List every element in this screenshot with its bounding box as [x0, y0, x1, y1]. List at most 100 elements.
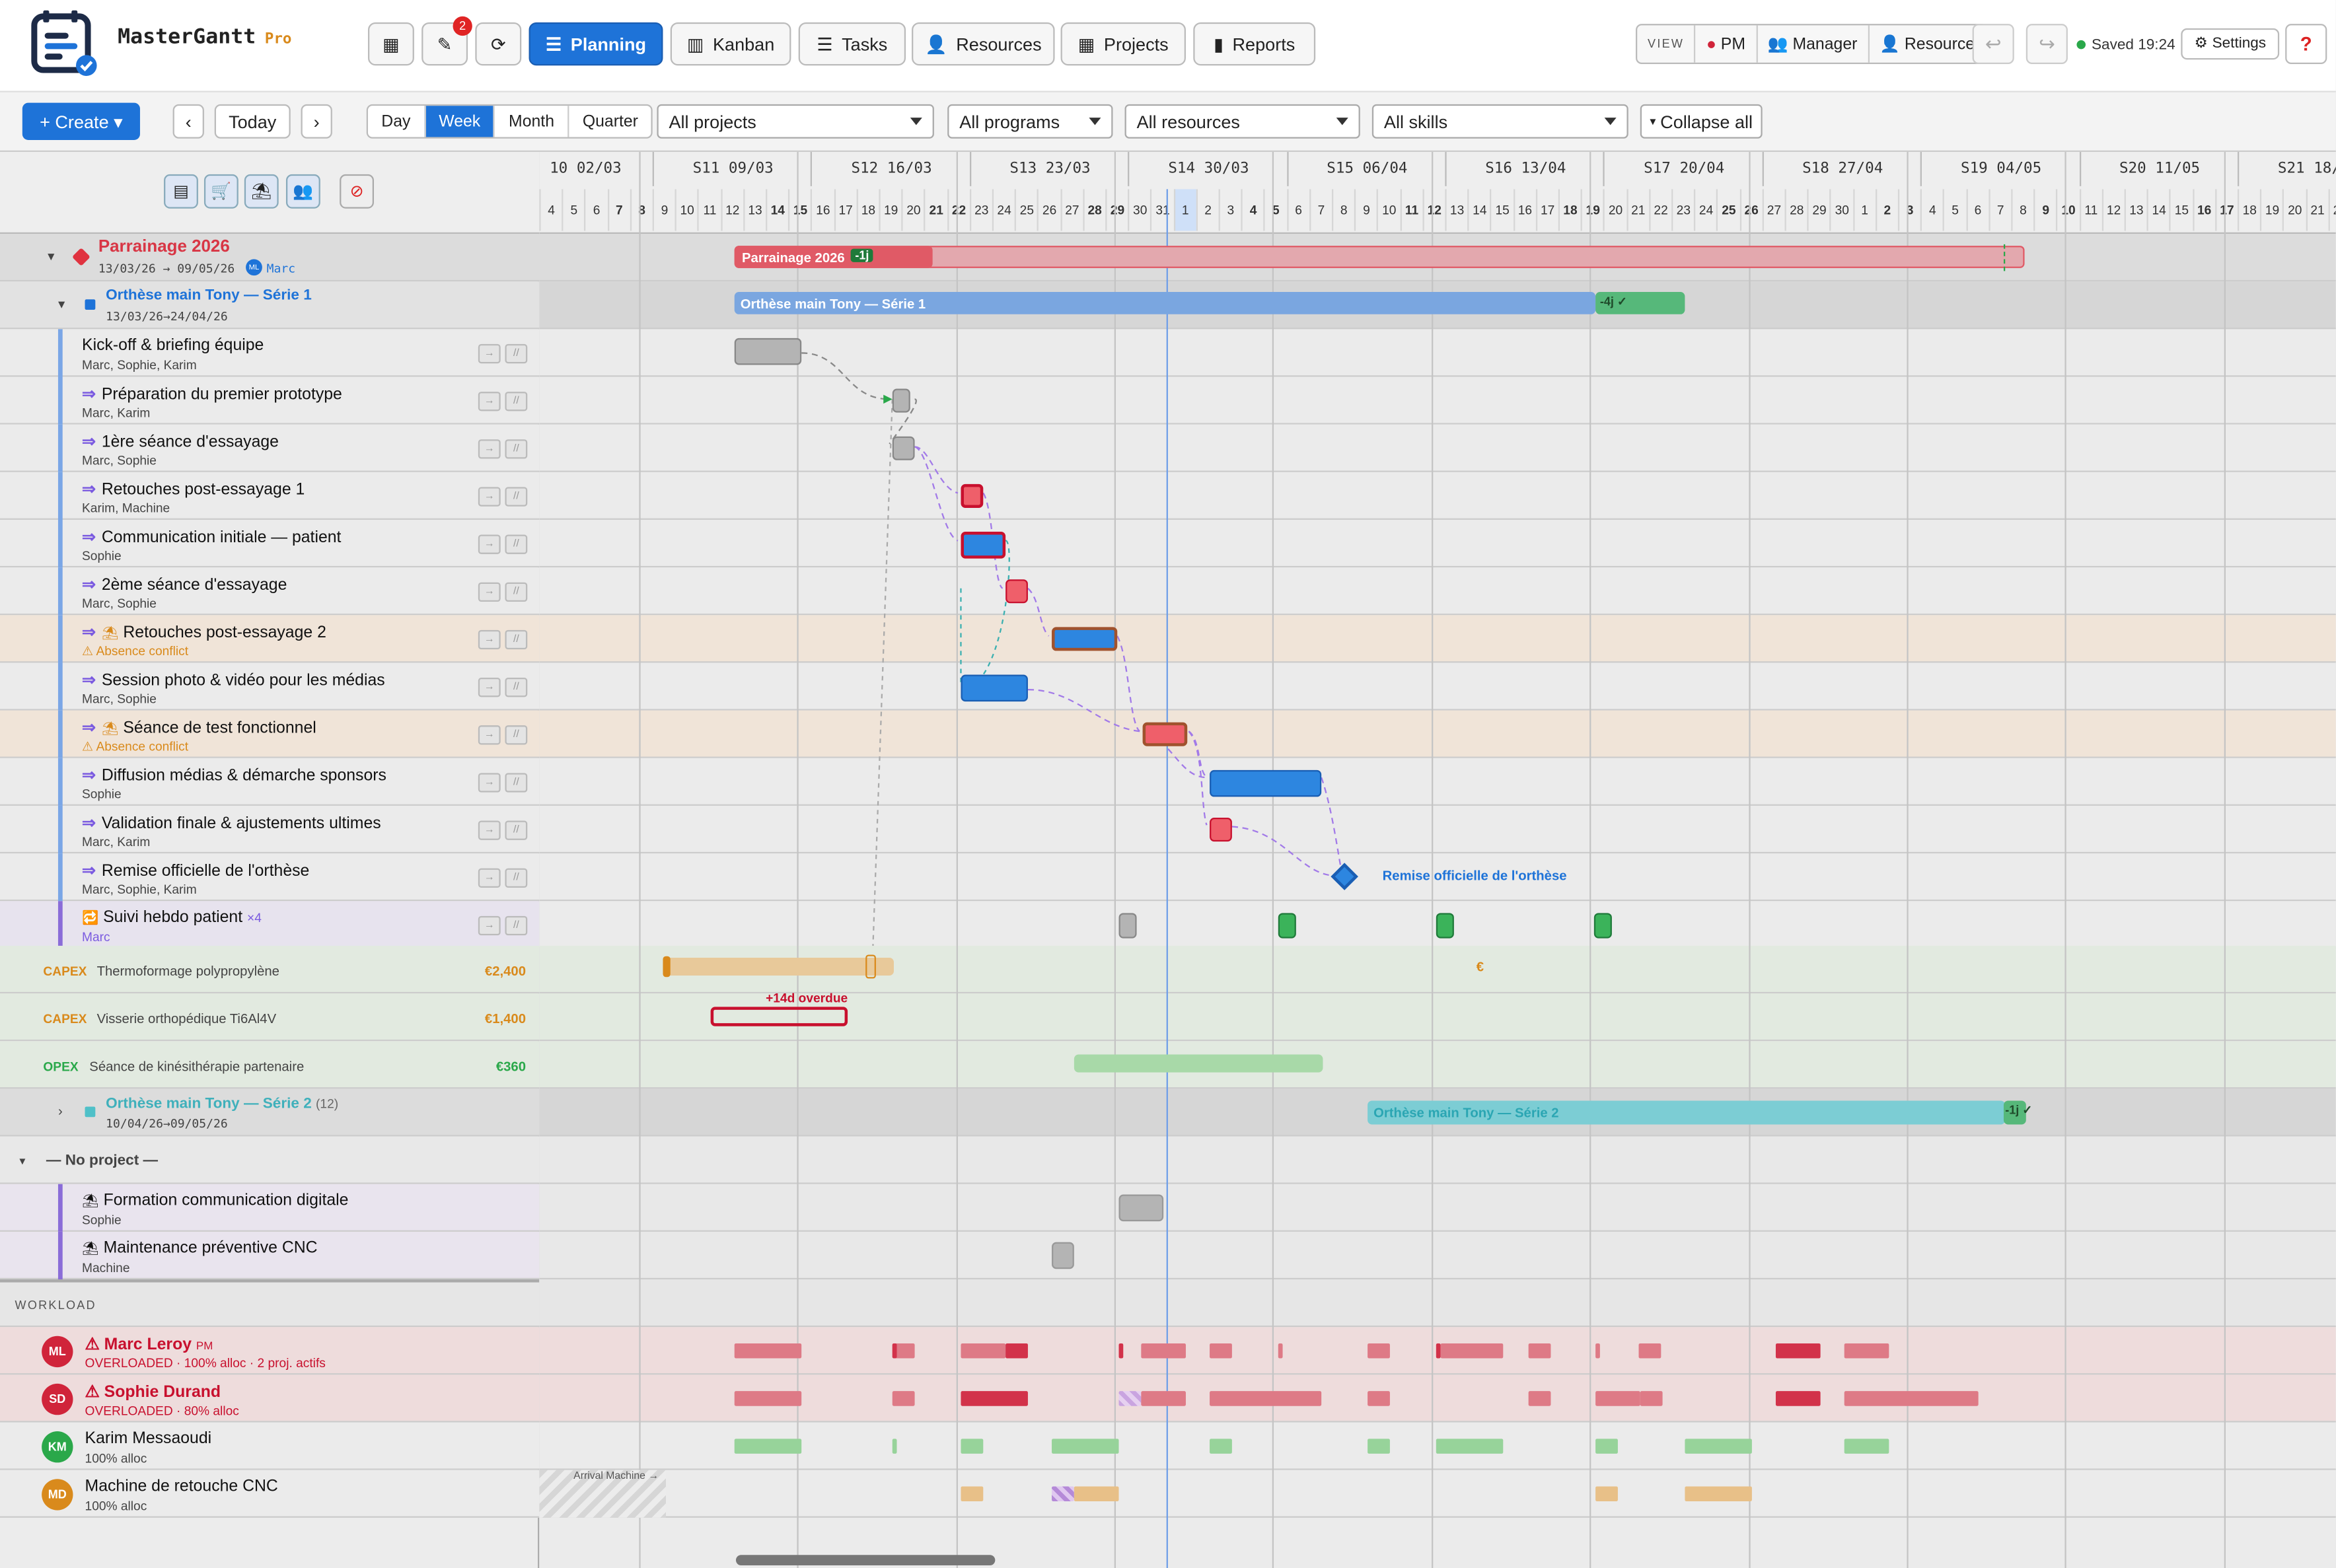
task-bar-retouch-1[interactable]: [961, 483, 984, 508]
task-bar-kickoff[interactable]: [734, 338, 802, 365]
view-resource-button[interactable]: 👤 Resource: [1868, 25, 1985, 63]
program-row[interactable]: ▾ Parrainage 2026 13/03/26 → 09/05/26 ML…: [0, 234, 540, 282]
nav-dashboard-button[interactable]: ▦: [367, 22, 414, 66]
team-icon[interactable]: 👥: [285, 174, 320, 209]
workload-person-row[interactable]: ML ⚠ Marc Leroy PM OVERLOADED · 100% alloc…: [0, 1327, 540, 1375]
next-button[interactable]: ›: [301, 104, 332, 139]
task-row[interactable]: Kick-off & briefing équipe Marc, Sophie, …: [0, 329, 540, 377]
task-row[interactable]: ⇒ Communication initiale — patient Sophie →…: [0, 519, 540, 568]
indent-button[interactable]: →: [478, 915, 501, 936]
task-bar-fitting-2[interactable]: [1005, 579, 1028, 604]
task-row[interactable]: ⇒ Préparation du premier prototype Marc, K…: [0, 376, 540, 425]
split-button[interactable]: //: [505, 487, 528, 507]
indent-button[interactable]: →: [478, 773, 501, 793]
project-row[interactable]: › Orthèse main Tony — Série 2 (12) 10/04…: [0, 1088, 540, 1137]
cost-bar-screws[interactable]: [710, 1007, 848, 1026]
split-button[interactable]: //: [505, 343, 528, 364]
split-button[interactable]: //: [505, 915, 528, 936]
nav-projects-button[interactable]: ▦ Projects: [1060, 22, 1186, 66]
expand-caret-icon[interactable]: ▾: [48, 249, 54, 266]
indent-button[interactable]: →: [478, 629, 501, 650]
scale-week-button[interactable]: Week: [423, 106, 494, 137]
recurring-occurrence[interactable]: [1593, 913, 1612, 939]
task-row[interactable]: ⇒ Retouches post-essayage 1 Karim, Machine…: [0, 472, 540, 520]
task-row[interactable]: 🔁 Suivi hebdo patient ×4 Marc →//: [0, 901, 540, 949]
collapse-all-button[interactable]: ▾ Collapse all: [1640, 104, 1763, 139]
expand-caret-icon[interactable]: ▾: [58, 297, 65, 313]
split-button[interactable]: //: [505, 678, 528, 697]
help-button[interactable]: ?: [2285, 24, 2327, 64]
projects-filter[interactable]: All projects: [657, 104, 934, 139]
task-bar-cnc-maintenance[interactable]: [1052, 1242, 1074, 1269]
cost-bar-thermoforming[interactable]: [663, 957, 894, 976]
scale-day-button[interactable]: Day: [368, 106, 424, 137]
indent-button[interactable]: →: [478, 678, 501, 697]
settings-button[interactable]: ⚙ Settings: [2181, 28, 2280, 60]
task-row[interactable]: ⇒ ⛱ Retouches post-essayage 2 ⚠ Absence con…: [0, 615, 540, 663]
task-bar-fitting-1[interactable]: [892, 436, 915, 460]
task-bar-retouch-2[interactable]: [1052, 627, 1118, 651]
task-row[interactable]: ⇒ Remise officielle de l'orthèse Marc, Sop…: [0, 853, 540, 902]
indent-button[interactable]: →: [478, 725, 501, 745]
cart-icon[interactable]: 🛒: [203, 174, 238, 209]
workload-person-row[interactable]: MD Machine de retouche CNC 100% alloc: [0, 1470, 540, 1518]
cost-row[interactable]: CAPEX Thermoformage polypropylène €2,400: [0, 945, 540, 994]
expand-caret-icon[interactable]: ▾: [19, 1155, 25, 1168]
no-link-icon[interactable]: ⊘: [340, 174, 375, 209]
task-bar-photo-session[interactable]: [961, 674, 1028, 702]
nav-notes-button[interactable]: ✎ 2: [421, 16, 472, 66]
split-button[interactable]: //: [505, 773, 528, 793]
split-button[interactable]: //: [505, 725, 528, 745]
task-bar-communication[interactable]: [961, 532, 1006, 559]
split-button[interactable]: //: [505, 392, 528, 411]
view-pm-button[interactable]: ● PM: [1694, 25, 1756, 63]
task-bar-functional-test[interactable]: [1142, 722, 1188, 746]
gantt-timeline[interactable]: 10 02/03 S11 09/03 S12 16/03 S13 23/03 S14 3…: [539, 152, 2336, 1568]
indent-button[interactable]: →: [478, 392, 501, 411]
split-button[interactable]: //: [505, 582, 528, 602]
cost-row[interactable]: OPEX Séance de kinésithérapie partenaire…: [0, 1041, 540, 1089]
today-button[interactable]: Today: [214, 104, 291, 139]
nav-resources-button[interactable]: 👤 Resources: [912, 22, 1055, 66]
task-row[interactable]: ⇒ Diffusion médias & démarche sponsors Sop…: [0, 758, 540, 806]
nav-kanban-button[interactable]: ▥ Kanban: [670, 22, 791, 66]
undo-button[interactable]: ↩: [1972, 24, 2014, 64]
scale-month-button[interactable]: Month: [493, 106, 567, 137]
indent-button[interactable]: →: [478, 439, 501, 459]
indent-button[interactable]: →: [478, 534, 501, 554]
cost-bar-kinesitherapy[interactable]: [1074, 1054, 1323, 1073]
split-button[interactable]: //: [505, 534, 528, 554]
programs-filter[interactable]: All programs: [947, 104, 1113, 139]
indent-button[interactable]: →: [478, 868, 501, 888]
split-button[interactable]: //: [505, 629, 528, 650]
task-row[interactable]: ⇒ ⛱ Séance de test fonctionnel ⚠ Absence co…: [0, 710, 540, 758]
scale-quarter-button[interactable]: Quarter: [567, 106, 651, 137]
no-project-row[interactable]: ▾ — No project —: [0, 1136, 540, 1184]
cost-row[interactable]: CAPEX Visserie orthopédique Ti6Al4V €1,4…: [0, 993, 540, 1042]
workload-person-row[interactable]: KM Karim Messaoudi 100% alloc: [0, 1422, 540, 1470]
task-bar-final-validation[interactable]: [1210, 817, 1232, 842]
split-button[interactable]: //: [505, 868, 528, 888]
split-button[interactable]: //: [505, 439, 528, 459]
indent-button[interactable]: →: [478, 343, 501, 364]
nav-planning-button[interactable]: ☰ Planning: [529, 22, 663, 66]
view-manager-button[interactable]: 👥 Manager: [1755, 25, 1868, 63]
beach-icon[interactable]: ⛱: [244, 174, 279, 209]
prev-button[interactable]: ‹: [172, 104, 204, 139]
task-row[interactable]: ⇒ 1ère séance d'essayage Marc, Sophie →//: [0, 424, 540, 472]
horizontal-scrollbar[interactable]: [735, 1555, 996, 1566]
task-row[interactable]: ⛱ Formation communication digitale Sophie: [0, 1184, 540, 1232]
nav-sync-button[interactable]: ⟳: [475, 22, 522, 66]
workload-person-row[interactable]: SD ⚠ Sophie Durand OVERLOADED · 80% alloc: [0, 1374, 540, 1423]
task-row[interactable]: ⇒ Session photo & vidéo pour les médias Ma…: [0, 662, 540, 711]
task-bar-training[interactable]: [1118, 1194, 1164, 1222]
project-row[interactable]: ▾ Orthèse main Tony — Série 1 13/03/26→2…: [0, 281, 540, 330]
recurring-occurrence[interactable]: [1436, 913, 1454, 939]
recurring-occurrence[interactable]: [1278, 913, 1296, 939]
indent-button[interactable]: →: [478, 487, 501, 507]
create-button[interactable]: + Create ▾: [22, 102, 140, 140]
redo-button[interactable]: ↪: [2026, 24, 2068, 64]
expand-caret-icon[interactable]: ›: [58, 1104, 63, 1119]
indent-button[interactable]: →: [478, 582, 501, 602]
task-row[interactable]: ⇒ 2ème séance d'essayage Marc, Sophie →//: [0, 567, 540, 616]
